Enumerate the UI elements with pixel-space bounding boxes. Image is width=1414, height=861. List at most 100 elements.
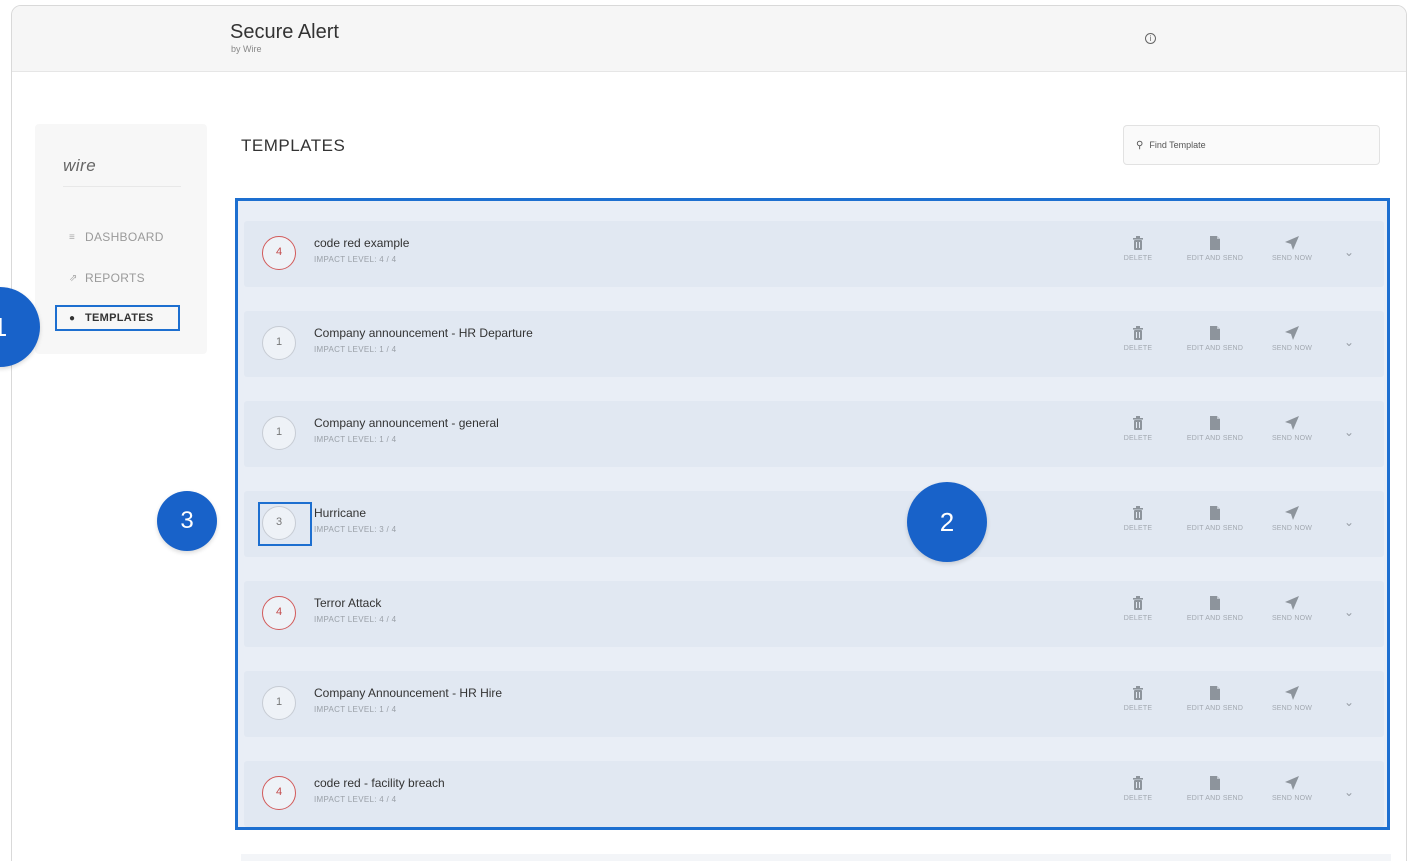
delete-label: DELETE [1123,255,1153,262]
template-name: Company Announcement - HR Hire [314,686,503,700]
template-name: code red - facility breach [314,776,445,790]
delete-label: DELETE [1123,615,1153,622]
edit-and-send-button[interactable]: EDIT AND SEND [1180,685,1250,712]
send-now-label: SEND NOW [1271,345,1313,352]
template-name: Terror Attack [314,596,382,610]
app-title: Secure Alert [230,21,339,43]
template-row[interactable]: 1 Company announcement - HR Departure IMPA… [244,311,1384,377]
impact-level-badge: 4 [262,596,296,630]
edit-and-send-label: EDIT AND SEND [1186,255,1244,262]
template-row[interactable]: 1 Company Announcement - HR Hire IMPACT LE… [244,671,1384,737]
delete-button[interactable]: DELETE [1103,595,1173,622]
sidebar-item-label: DASHBOARD [85,230,164,244]
highlight-box [258,502,312,546]
document-icon [1180,775,1250,793]
send-now-label: SEND NOW [1271,435,1313,442]
chevron-down-icon[interactable]: ⌄ [1344,785,1354,799]
send-now-button[interactable]: SEND NOW [1257,505,1327,532]
send-now-label: SEND NOW [1271,615,1313,622]
edit-and-send-button[interactable]: EDIT AND SEND [1180,235,1250,262]
document-icon [1180,325,1250,343]
sidebar-item-templates[interactable]: ● TEMPLATES [55,305,180,331]
search-icon: ⚲ [1136,139,1144,151]
sidebar-item-dashboard[interactable]: ≡ DASHBOARD [55,224,180,250]
info-icon[interactable]: i [1145,33,1156,44]
delete-label: DELETE [1123,525,1153,532]
template-name: Company announcement - general [314,416,499,430]
top-bar: Secure Alert by Wire i [12,6,1406,72]
template-row[interactable]: 1 Company announcement - general IMPACT LE… [244,401,1384,467]
delete-label: DELETE [1123,705,1153,712]
delete-button[interactable]: DELETE [1103,235,1173,262]
templates-list: 4 code red example IMPACT LEVEL: 4 / 4 DELE… [235,198,1390,830]
trash-icon [1103,235,1173,253]
template-row[interactable]: 3 Hurricane IMPACT LEVEL: 3 / 4 DELETE EDIT … [244,491,1384,557]
search-input[interactable]: ⚲ Find Template [1123,125,1380,165]
delete-button[interactable]: DELETE [1103,505,1173,532]
sidebar-item-reports[interactable]: ⇗ REPORTS [55,265,180,291]
impact-level-badge: 1 [262,416,296,450]
send-now-label: SEND NOW [1271,525,1313,532]
send-icon [1257,325,1327,343]
template-impact: IMPACT LEVEL: 4 / 4 [314,615,397,624]
edit-and-send-button[interactable]: EDIT AND SEND [1180,505,1250,532]
edit-and-send-label: EDIT AND SEND [1186,525,1244,532]
edit-and-send-label: EDIT AND SEND [1186,615,1244,622]
template-row[interactable]: 4 code red - facility breach IMPACT LEVEL:… [244,761,1384,827]
template-name: Company announcement - HR Departure [314,326,533,340]
sidebar: wire ≡ DASHBOARD ⇗ REPORTS ● TEMPLATES [35,124,207,354]
trash-icon [1103,325,1173,343]
document-icon [1180,595,1250,613]
document-icon [1180,685,1250,703]
edit-and-send-label: EDIT AND SEND [1186,705,1244,712]
delete-label: DELETE [1123,345,1153,352]
edit-and-send-button[interactable]: EDIT AND SEND [1180,595,1250,622]
chevron-down-icon[interactable]: ⌄ [1344,695,1354,709]
send-now-button[interactable]: SEND NOW [1257,325,1327,352]
send-icon [1257,685,1327,703]
trash-icon [1103,775,1173,793]
trash-icon [1103,415,1173,433]
template-name: Hurricane [314,506,367,520]
callout-badge-2: 2 [907,482,987,562]
template-impact: IMPACT LEVEL: 1 / 4 [314,705,397,714]
chevron-down-icon[interactable]: ⌄ [1344,425,1354,439]
send-now-button[interactable]: SEND NOW [1257,235,1327,262]
document-icon [1180,235,1250,253]
template-impact: IMPACT LEVEL: 1 / 4 [314,345,397,354]
edit-and-send-button[interactable]: EDIT AND SEND [1180,415,1250,442]
chevron-down-icon[interactable]: ⌄ [1344,515,1354,529]
document-icon [1180,415,1250,433]
template-name: code red example [314,236,410,250]
sidebar-item-label: TEMPLATES [85,312,154,324]
send-now-button[interactable]: SEND NOW [1257,595,1327,622]
template-impact: IMPACT LEVEL: 4 / 4 [314,255,397,264]
delete-button[interactable]: DELETE [1103,685,1173,712]
delete-label: DELETE [1123,795,1153,802]
app-subtitle: by Wire [231,44,262,54]
impact-level-badge: 1 [262,326,296,360]
dot-icon: ● [69,312,76,324]
send-now-button[interactable]: SEND NOW [1257,685,1327,712]
send-now-button[interactable]: SEND NOW [1257,775,1327,802]
edit-and-send-button[interactable]: EDIT AND SEND [1180,325,1250,352]
template-row[interactable]: 4 Terror Attack IMPACT LEVEL: 4 / 4 DELETE E… [244,581,1384,647]
edit-and-send-button[interactable]: EDIT AND SEND [1180,775,1250,802]
send-now-button[interactable]: SEND NOW [1257,415,1327,442]
delete-label: DELETE [1123,435,1153,442]
chevron-down-icon[interactable]: ⌄ [1344,245,1354,259]
chevron-down-icon[interactable]: ⌄ [1344,335,1354,349]
trash-icon [1103,595,1173,613]
app-window: Secure Alert by Wire i wire ≡ DASHBOARD … [11,5,1407,861]
impact-level-badge: 1 [262,686,296,720]
trash-icon [1103,685,1173,703]
send-now-label: SEND NOW [1271,255,1313,262]
edit-and-send-label: EDIT AND SEND [1186,795,1244,802]
send-icon [1257,415,1327,433]
chart-icon: ⇗ [69,272,78,284]
delete-button[interactable]: DELETE [1103,325,1173,352]
template-row[interactable]: 4 code red example IMPACT LEVEL: 4 / 4 DELE… [244,221,1384,287]
delete-button[interactable]: DELETE [1103,775,1173,802]
chevron-down-icon[interactable]: ⌄ [1344,605,1354,619]
delete-button[interactable]: DELETE [1103,415,1173,442]
